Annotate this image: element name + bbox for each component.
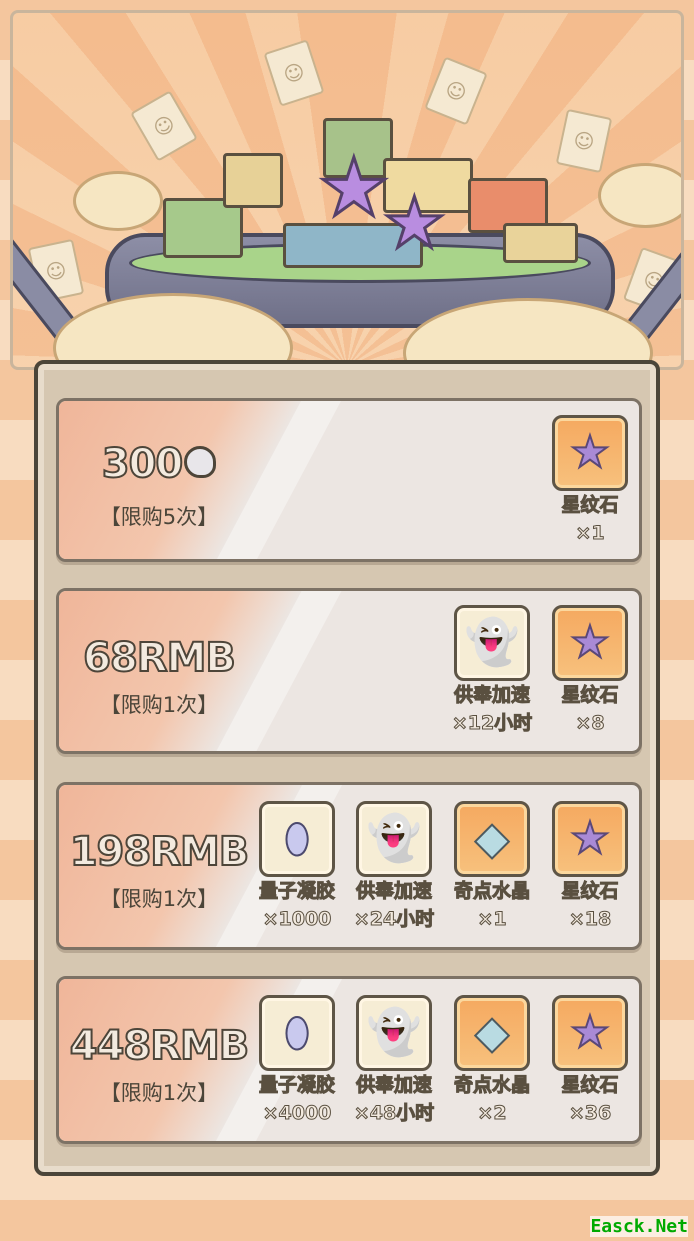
ghost-icon: 👻: [356, 801, 432, 877]
star-icon: ★: [317, 141, 392, 234]
reward-item[interactable]: ★ 星纹石 ×18: [545, 801, 635, 933]
ghost-icon: 👻: [356, 995, 432, 1071]
crystal-icon: ◆: [454, 801, 530, 877]
item-qty: ×24小时: [353, 908, 435, 931]
offer-card[interactable]: 448RMB 【限购1次】 ⬮ 量子凝胶 ×4000 👻 供奉加速 ×48小时 …: [56, 976, 642, 1144]
cloud: [73, 171, 163, 231]
watermark: Easck.Net: [590, 1216, 688, 1237]
quantum-gel-icon: ⬮: [259, 801, 335, 877]
gift-box: [503, 223, 578, 263]
reward-item[interactable]: 👻 供奉加速 ×12小时: [447, 605, 537, 737]
item-qty: ×36: [568, 1102, 612, 1125]
offer-card[interactable]: 68RMB 【限购1次】 👻 供奉加速 ×12小时 ★ 星纹石 ×8: [56, 588, 642, 754]
reward-item[interactable]: 👻 供奉加速 ×24小时: [349, 801, 439, 933]
item-name: 供奉加速: [453, 684, 530, 707]
item-name: 量子凝胶: [258, 1074, 335, 1097]
item-qty: ×48小时: [353, 1102, 435, 1125]
banner-illustration: ☺ ☺ ☺ ☺ ☺ ☺ ★ ★: [10, 10, 684, 370]
star-icon: ★: [382, 182, 448, 264]
reward-item[interactable]: ★ 星纹石 ×1: [545, 415, 635, 547]
star-stone-icon: ★: [552, 801, 628, 877]
item-name: 供奉加速: [355, 1074, 432, 1097]
offer-price: 300: [59, 440, 259, 488]
ghost-icon: 👻: [454, 605, 530, 681]
item-name: 星纹石: [561, 494, 619, 517]
item-qty: ×1: [477, 908, 507, 931]
reward-item[interactable]: ◆ 奇点水晶 ×1: [447, 801, 537, 933]
reward-item[interactable]: ⬮ 量子凝胶 ×1000: [252, 801, 342, 933]
crystal-icon: ◆: [454, 995, 530, 1071]
item-name: 星纹石: [561, 880, 619, 903]
reward-item[interactable]: ◆ 奇点水晶 ×2: [447, 995, 537, 1127]
star-stone-icon: ★: [552, 605, 628, 681]
offer-price: 68RMB: [82, 634, 237, 682]
offer-card[interactable]: 300 【限购5次】 ★ 星纹石 ×1: [56, 398, 642, 562]
purchase-limit: 【限购1次】: [99, 693, 219, 717]
purchase-limit: 【限购5次】: [99, 505, 219, 529]
item-qty: ×8: [575, 712, 605, 735]
item-name: 奇点水晶: [453, 1074, 530, 1097]
reward-item[interactable]: 👻 供奉加速 ×48小时: [349, 995, 439, 1127]
item-qty: ×18: [568, 908, 612, 931]
offers-panel: 300 【限购5次】 ★ 星纹石 ×1 68RMB 【限购1次】 👻 供奉加速 …: [34, 360, 660, 1176]
item-name: 供奉加速: [355, 880, 432, 903]
reward-item[interactable]: ★ 星纹石 ×36: [545, 995, 635, 1127]
star-stone-icon: ★: [552, 995, 628, 1071]
item-name: 奇点水晶: [453, 880, 530, 903]
quantum-gel-icon: ⬮: [259, 995, 335, 1071]
offer-price: 198RMB: [69, 828, 251, 876]
item-qty: ×1: [575, 522, 605, 545]
purchase-limit: 【限购1次】: [99, 1081, 219, 1105]
ghost-coin-icon: [184, 446, 217, 478]
item-name: 星纹石: [561, 1074, 619, 1097]
offer-price: 448RMB: [69, 1022, 251, 1070]
item-qty: ×4000: [262, 1102, 332, 1125]
cloud: [598, 163, 681, 228]
item-name: 量子凝胶: [258, 880, 335, 903]
item-qty: ×2: [477, 1102, 507, 1125]
purchase-limit: 【限购1次】: [99, 887, 219, 911]
reward-item[interactable]: ⬮ 量子凝胶 ×4000: [252, 995, 342, 1127]
item-qty: ×12小时: [451, 712, 533, 735]
item-qty: ×1000: [262, 908, 332, 931]
reward-item[interactable]: ★ 星纹石 ×8: [545, 605, 635, 737]
star-stone-icon: ★: [552, 415, 628, 491]
item-name: 星纹石: [561, 684, 619, 707]
offer-card[interactable]: 198RMB 【限购1次】 ⬮ 量子凝胶 ×1000 👻 供奉加速 ×24小时 …: [56, 782, 642, 950]
gift-box: [223, 153, 283, 208]
